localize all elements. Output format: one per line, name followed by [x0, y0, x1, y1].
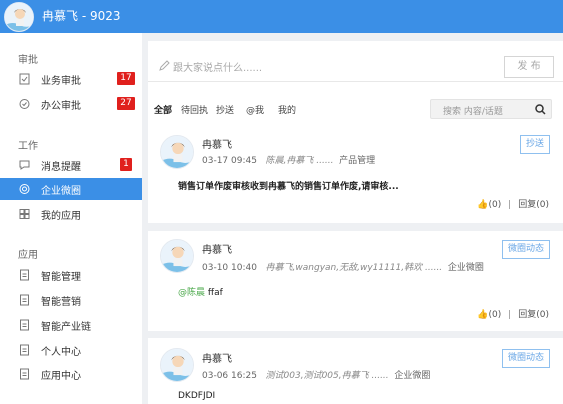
post-group: 产品管理	[339, 156, 376, 166]
sidebar: 审批 业务审批 17 办公审批 27 工作 消息提醒 1 企业微圈 我的应用 应…	[0, 33, 142, 404]
sidebar-item-messages[interactable]: 消息提醒 1	[0, 154, 142, 176]
sidebar-item-label: 应用中心	[41, 371, 81, 382]
sidebar-item-label: 业务审批	[41, 76, 81, 87]
publish-button[interactable]: 发 布	[504, 56, 554, 78]
sidebar-item-label: 消息提醒	[41, 162, 81, 173]
feed-card: 冉慕飞 03-17 09:45 陈晨,冉慕飞 ...... 产品管理 抄送 销售…	[148, 125, 563, 223]
tab-pending-receipt[interactable]: 待回执	[181, 103, 208, 116]
post-actions: 👍(0) 回复(0)	[477, 197, 549, 210]
grid-icon	[19, 209, 30, 219]
divider	[148, 81, 563, 82]
main-content: 跟大家说点什么...... 发 布 全部 待回执 抄送 @我 我的 搜索 内容/…	[148, 33, 563, 404]
author-name[interactable]: 冉慕飞	[202, 241, 232, 256]
post-group: 企业微圈	[394, 371, 431, 381]
document-icon	[20, 269, 29, 281]
document-icon	[20, 368, 29, 380]
count-badge: 17	[117, 72, 135, 85]
sidebar-item-label: 办公审批	[41, 101, 81, 112]
reply-button[interactable]: 回复(0)	[518, 200, 549, 210]
sidebar-item-personal-center[interactable]: 个人中心	[0, 339, 142, 361]
target-icon	[19, 184, 30, 194]
document-icon	[20, 294, 29, 306]
tab-at-me[interactable]: @我	[246, 103, 264, 116]
section-title-approval: 审批	[18, 55, 38, 66]
post-actions: 👍(0) 回复(0)	[477, 307, 549, 320]
top-bar: 冉慕飞 - 9023	[0, 0, 563, 33]
sidebar-item-office-approval[interactable]: 办公审批 27	[0, 93, 142, 115]
avatar[interactable]	[160, 135, 194, 169]
cc-tag-button[interactable]: 抄送	[520, 135, 550, 154]
circle-activity-tag-button[interactable]: 微圈动态	[502, 349, 550, 368]
tab-all[interactable]: 全部	[154, 103, 172, 116]
sidebar-item-label: 智能营销	[41, 297, 81, 308]
message-icon	[19, 160, 30, 170]
sidebar-item-smart-management[interactable]: 智能管理	[0, 264, 142, 286]
avatar-illustration	[161, 349, 193, 381]
sidebar-item-label: 个人中心	[41, 347, 81, 358]
avatar[interactable]	[160, 239, 194, 273]
tab-cc[interactable]: 抄送	[216, 103, 234, 116]
like-button[interactable]: 👍(0)	[477, 310, 501, 320]
sidebar-item-my-apps[interactable]: 我的应用	[0, 203, 142, 225]
pencil-icon	[159, 60, 170, 71]
post-time: 03-17 09:45	[202, 156, 257, 166]
sidebar-item-enterprise-circle[interactable]: 企业微圈	[0, 178, 142, 200]
search-icon[interactable]	[535, 104, 546, 115]
document-icon	[20, 319, 29, 331]
document-icon	[20, 344, 29, 356]
feed-card: 冉慕飞 03-06 16:25 测试003,测试005,冉慕飞 ...... 企…	[148, 338, 563, 404]
sidebar-item-business-approval[interactable]: 业务审批 17	[0, 68, 142, 90]
post-body: 销售订单作废审核收到冉慕飞的销售订单作废,请审核...	[178, 182, 399, 192]
sidebar-item-app-center[interactable]: 应用中心	[0, 363, 142, 385]
document-approve-icon	[19, 73, 30, 85]
sidebar-item-smart-supply-chain[interactable]: 智能产业链	[0, 314, 142, 336]
circle-activity-tag-button[interactable]: 微圈动态	[502, 240, 550, 259]
post-meta: 03-06 16:25 测试003,测试005,冉慕飞 ...... 企业微圈	[202, 368, 430, 381]
search-input[interactable]: 搜索 内容/话题	[443, 104, 503, 117]
sidebar-item-label: 智能管理	[41, 272, 81, 283]
post-body: @陈晨 ffaf	[178, 285, 223, 298]
search-box[interactable]: 搜索 内容/话题	[430, 99, 552, 119]
composer-input[interactable]: 跟大家说点什么......	[173, 59, 262, 74]
reply-button[interactable]: 回复(0)	[518, 310, 549, 320]
author-name[interactable]: 冉慕飞	[202, 350, 232, 365]
user-name[interactable]: 冉慕飞 - 9023	[42, 7, 121, 24]
avatar[interactable]	[160, 348, 194, 382]
avatar-illustration	[161, 240, 193, 272]
sidebar-item-label: 智能产业链	[41, 322, 91, 333]
sidebar-item-label: 企业微圈	[41, 186, 81, 197]
count-badge: 27	[117, 97, 135, 110]
like-button[interactable]: 👍(0)	[477, 200, 501, 210]
post-meta: 03-17 09:45 陈晨,冉慕飞 ...... 产品管理	[202, 153, 375, 166]
post-recipients: 冉慕飞,wangyan,无敌,wy11111,韩欢 ......	[265, 263, 443, 273]
author-name[interactable]: 冉慕飞	[202, 136, 232, 151]
count-badge: 1	[120, 158, 132, 171]
feed-card: 冉慕飞 03-10 10:40 冉慕飞,wangyan,无敌,wy11111,韩…	[148, 231, 563, 331]
divider	[509, 310, 511, 319]
sidebar-item-label: 我的应用	[41, 211, 81, 222]
post-time: 03-06 16:25	[202, 371, 257, 381]
divider	[509, 200, 511, 209]
avatar-illustration	[5, 3, 33, 31]
like-count: (0)	[488, 310, 502, 320]
avatar-illustration	[161, 136, 193, 168]
section-title-work: 工作	[18, 141, 38, 152]
check-circle-icon	[19, 99, 30, 109]
post-recipients: 测试003,测试005,冉慕飞 ......	[265, 371, 389, 381]
section-title-apps: 应用	[18, 250, 38, 261]
post-text: ffaf	[207, 288, 223, 298]
mention-link[interactable]: @陈晨	[178, 288, 205, 298]
user-avatar[interactable]	[4, 2, 34, 32]
post-body: DKDFJDI	[178, 391, 216, 401]
tab-mine[interactable]: 我的	[278, 103, 296, 116]
post-time: 03-10 10:40	[202, 263, 257, 273]
post-meta: 03-10 10:40 冉慕飞,wangyan,无敌,wy11111,韩欢 ..…	[202, 260, 484, 273]
post-group: 企业微圈	[447, 263, 484, 273]
like-count: (0)	[488, 200, 502, 210]
sidebar-item-smart-marketing[interactable]: 智能营销	[0, 289, 142, 311]
post-recipients: 陈晨,冉慕飞 ......	[265, 156, 334, 166]
